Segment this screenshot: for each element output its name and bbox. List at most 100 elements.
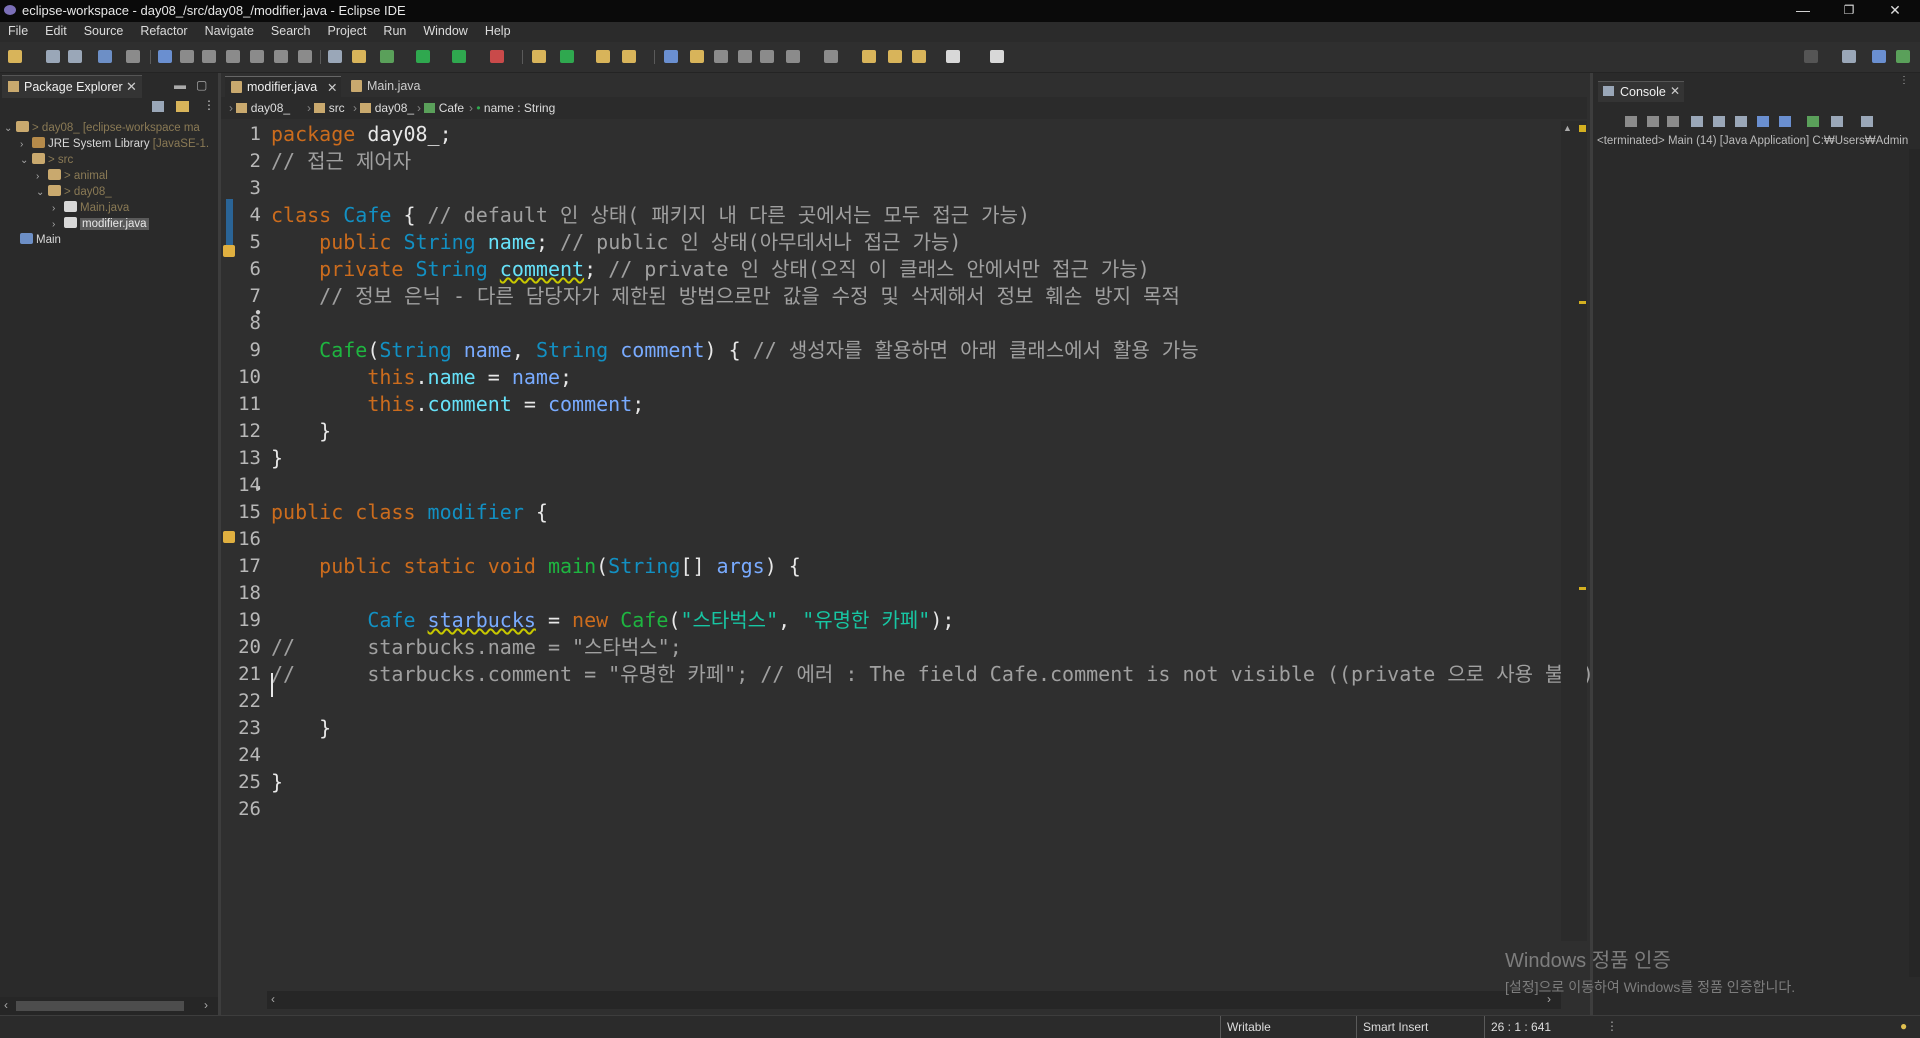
tab-main-java[interactable]: Main.java (345, 76, 445, 97)
code-line[interactable]: 24 (221, 742, 1561, 769)
close-window-button[interactable]: ✕ (1872, 0, 1918, 22)
menu-refactor[interactable]: Refactor (132, 22, 196, 38)
menu-window[interactable]: Window (415, 22, 476, 38)
menu-edit[interactable]: Edit (37, 22, 76, 38)
vertical-ruler[interactable]: ▲ (1561, 121, 1587, 941)
open-task-icon[interactable] (328, 50, 342, 63)
menu-navigate[interactable]: Navigate (197, 22, 263, 38)
open-type-icon[interactable] (596, 50, 610, 63)
show-whitespace-icon[interactable] (760, 50, 774, 63)
show-on-output-icon[interactable] (1757, 116, 1769, 127)
remove-all-icon[interactable] (1667, 116, 1679, 127)
tab-modifier-java[interactable]: modifier.java ✕ (225, 76, 341, 98)
code-line[interactable]: 13} (221, 445, 1561, 472)
scrollbar-thumb[interactable] (16, 1001, 184, 1011)
debug-perspective-icon[interactable] (1896, 50, 1910, 63)
clear-console-icon[interactable] (1691, 116, 1703, 127)
word-wrap-icon[interactable] (738, 50, 752, 63)
code-line[interactable]: 22 (221, 688, 1561, 715)
new-java-class-icon[interactable] (352, 50, 366, 63)
step-over-icon[interactable] (274, 50, 288, 63)
scroll-up-icon[interactable]: ▲ (1563, 123, 1572, 133)
previous-annotation-icon[interactable] (824, 50, 838, 63)
tree-item-jre[interactable]: › JRE System Library [JavaSE-1. (20, 137, 209, 153)
status-menu-icon[interactable]: ⋮ (1606, 1019, 1618, 1033)
new-icon[interactable] (8, 50, 22, 63)
toggle-highlight-icon[interactable] (690, 50, 704, 63)
horizontal-scrollbar[interactable]: ‹ › (0, 997, 218, 1015)
menu-search[interactable]: Search (263, 22, 320, 38)
tree-item-src[interactable]: ⌄ > src (20, 153, 73, 169)
suspend-icon[interactable] (180, 50, 194, 63)
breadcrumb-src[interactable]: › src (307, 101, 345, 115)
terminal-icon[interactable] (98, 50, 112, 63)
debug-icon[interactable] (380, 50, 394, 63)
code-line[interactable]: 21 // starbucks.comment = "유명한 카페"; // 에러… (221, 661, 1594, 688)
collapse-all-icon[interactable] (152, 101, 164, 112)
code-line[interactable]: 1 package day08_; (221, 121, 1561, 148)
breadcrumb-field[interactable]: › • name : String (469, 101, 555, 115)
menu-help[interactable]: Help (477, 22, 520, 38)
search-icon[interactable] (1804, 50, 1818, 63)
code-line[interactable]: 19 Cafe starbucks = new Cafe("스타벅스", "유명… (221, 607, 1561, 634)
code-line[interactable]: 26 (221, 796, 1561, 823)
breadcrumb-package[interactable]: › day08_ (353, 101, 414, 115)
code-line[interactable]: 16 (221, 526, 1561, 553)
word-wrap-icon[interactable] (1735, 116, 1747, 127)
tree-item-modifier-java[interactable]: › modifier.java (52, 217, 149, 233)
skip-breakpoints-icon[interactable] (126, 50, 140, 63)
overview-marker[interactable] (1579, 301, 1586, 304)
view-menu-icon[interactable]: ⋮ (203, 98, 215, 112)
code-line[interactable]: 9 Cafe(String name, String comment) { //… (221, 337, 1561, 364)
code-line[interactable]: 8 (221, 310, 1561, 337)
code-line[interactable]: 23 } (221, 715, 1561, 742)
java-perspective-icon[interactable] (1872, 50, 1886, 63)
code-line[interactable]: 14 (221, 472, 1561, 499)
tip-icon[interactable]: ● (1900, 1019, 1907, 1033)
view-menu-icon[interactable]: ⋮ (1899, 75, 1909, 86)
package-explorer-tab[interactable]: Package Explorer ✕ (2, 75, 142, 98)
terminate-icon[interactable] (202, 50, 216, 63)
scroll-lock-icon[interactable] (1713, 116, 1725, 127)
code-line[interactable]: 7 // 정보 은닉 - 다른 담당자가 제한된 방법으로만 값을 수정 및 삭… (221, 283, 1561, 310)
insert-mode-status[interactable]: Smart Insert (1356, 1016, 1483, 1038)
minimize-button[interactable]: — (1780, 0, 1826, 22)
back-icon[interactable] (888, 50, 902, 63)
step-into-icon[interactable] (250, 50, 264, 63)
menu-run[interactable]: Run (375, 22, 415, 38)
close-tab-icon[interactable]: ✕ (327, 80, 337, 95)
tree-item-main-folder[interactable]: Main (20, 233, 61, 249)
block-selection-icon[interactable] (714, 50, 728, 63)
navigate-forward-icon[interactable] (946, 50, 960, 63)
open-console-icon[interactable] (1861, 116, 1873, 127)
run-icon[interactable] (416, 50, 430, 63)
code-line[interactable]: 15 public class modifier { (221, 499, 1561, 526)
toggle-mark-occurrences-icon[interactable] (664, 50, 678, 63)
code-line[interactable]: 18 (221, 580, 1561, 607)
next-annotation-icon[interactable] (786, 50, 800, 63)
last-edit-icon[interactable] (862, 50, 876, 63)
link-with-editor-icon[interactable] (176, 101, 189, 112)
overview-warning-icon[interactable] (1579, 125, 1586, 132)
restore-button[interactable]: ❐ (1826, 0, 1872, 22)
close-icon[interactable]: ✕ (1670, 84, 1680, 98)
forward-arrow-icon[interactable] (912, 50, 926, 63)
search-toolbar-icon[interactable] (622, 50, 636, 63)
terminate-icon[interactable] (1625, 116, 1637, 127)
code-line[interactable]: 12 } (221, 418, 1561, 445)
code-line[interactable]: 10 this.name = name; (221, 364, 1561, 391)
overview-marker[interactable] (1579, 587, 1586, 590)
minimize-icon[interactable]: ▬ (174, 78, 186, 92)
step-return-icon[interactable] (298, 50, 312, 63)
new-java-project-icon[interactable] (532, 50, 546, 63)
menu-source[interactable]: Source (76, 22, 133, 38)
remove-launch-icon[interactable] (1647, 116, 1659, 127)
tree-item-project[interactable]: ⌄ > day08_ [eclipse-workspace ma (4, 121, 200, 137)
menu-project[interactable]: Project (320, 22, 376, 38)
code-line[interactable]: 5 public String name; // public 인 상태(아무데… (221, 229, 1561, 256)
code-line[interactable]: 2 // 접근 제어자 (221, 148, 1561, 175)
external-tools-icon[interactable] (490, 50, 504, 63)
code-line[interactable]: 6 private String comment; // private 인 상… (221, 256, 1561, 283)
tree-item-main-java[interactable]: › Main.java (52, 201, 129, 217)
code-line[interactable]: 17 public static void main(String[] args… (221, 553, 1561, 580)
